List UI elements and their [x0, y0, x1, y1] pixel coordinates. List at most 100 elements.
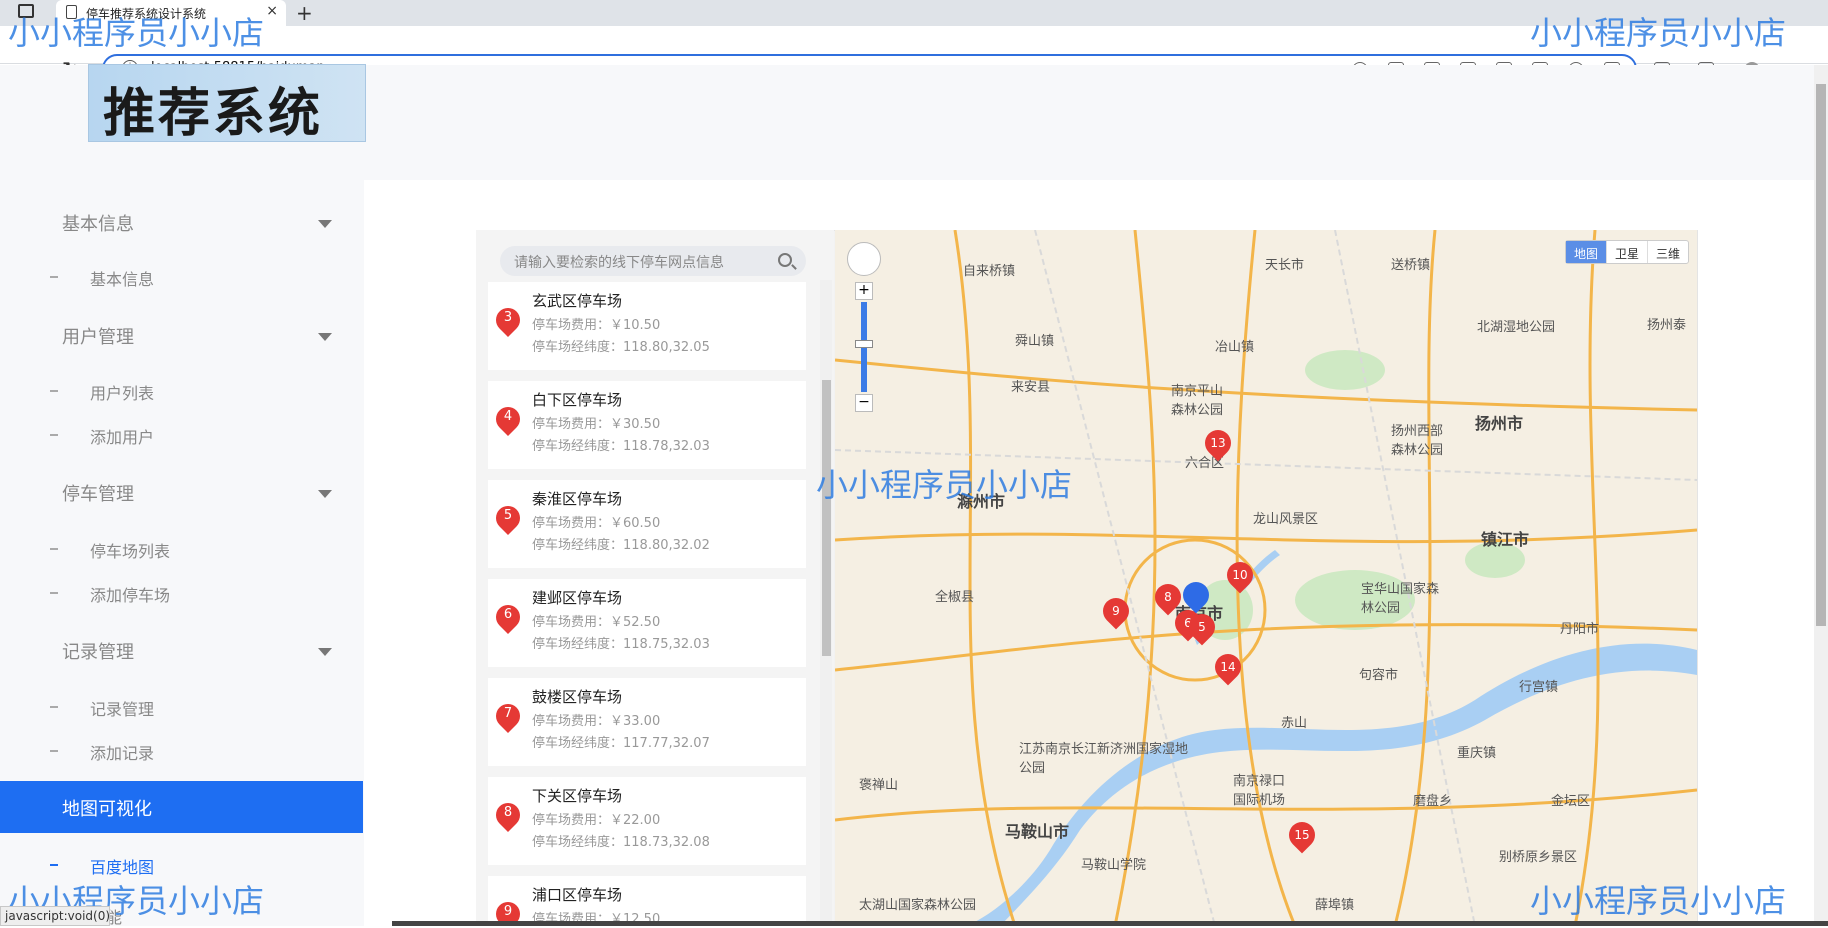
map-place-label: 江苏南京长江新济洲国家湿地公园: [1019, 742, 1189, 776]
parking-coord: 停车场经纬度：117.77,32.07: [532, 736, 710, 751]
sidebar-item-add-parking[interactable]: 添加停车场: [90, 582, 170, 606]
tab-close-icon[interactable]: ×: [266, 3, 278, 19]
sidebar-item-label: 地图可视化: [62, 799, 152, 820]
parking-card[interactable]: 7 鼓楼区停车场 停车场费用：￥33.00 停车场经纬度：117.77,32.0…: [488, 678, 806, 766]
map-marker-number: 5: [1198, 620, 1206, 634]
watermark: 小小程序员小小店: [816, 466, 1073, 504]
map-place-label: 南京禄口国际机场: [1233, 774, 1286, 808]
status-bar: javascript:void(0): [0, 906, 110, 926]
map-place-label: 句容市: [1359, 668, 1399, 683]
map-place-label: 自来桥镇: [963, 264, 1016, 279]
parking-fee: 停车场费用：￥33.00: [532, 714, 661, 729]
map-place-label: 北湖湿地公园: [1477, 320, 1556, 335]
parking-card[interactable]: 6 建邺区停车场 停车场费用：￥52.50 停车场经纬度：118.75,32.0…: [488, 579, 806, 667]
map-marker-number: 8: [1164, 590, 1172, 604]
list-scrollbar-thumb[interactable]: [822, 380, 831, 656]
dash-icon: [50, 276, 58, 278]
map-place-label: 扬州泰: [1647, 318, 1687, 333]
parking-card[interactable]: 4 白下区停车场 停车场费用：￥30.50 停车场经纬度：118.78,32.0…: [488, 381, 806, 469]
parking-fee: 停车场费用：￥10.50: [532, 318, 661, 333]
map-type-map[interactable]: 地图: [1565, 241, 1606, 263]
sidebar-item-baidu-map[interactable]: 百度地图: [90, 854, 154, 878]
zoom-in-button[interactable]: +: [855, 282, 873, 300]
parking-fee: 停车场费用：￥22.00: [532, 813, 661, 828]
map-place-label: 全椒县: [935, 590, 975, 605]
sidebar-item-add-user[interactable]: 添加用户: [90, 424, 154, 448]
zoom-slider-thumb[interactable]: [855, 340, 873, 348]
chevron-down-icon[interactable]: [318, 220, 332, 228]
dash-icon: [50, 864, 58, 866]
parking-number: 7: [503, 706, 513, 721]
sidebar-item-parking-list[interactable]: 停车场列表: [90, 538, 170, 562]
parking-name: 秦淮区停车场: [532, 490, 623, 508]
pan-control[interactable]: [847, 242, 881, 276]
map-place-label: 金坛区: [1551, 794, 1591, 809]
map-place-label: 舜山镇: [1015, 334, 1055, 349]
sidebar-item-map-visualization[interactable]: 地图可视化: [0, 781, 363, 833]
map-place-label: 冶山镇: [1215, 340, 1255, 355]
parking-coord: 停车场经纬度：118.80,32.05: [532, 340, 710, 355]
parking-number: 5: [503, 508, 513, 523]
parking-number: 4: [503, 409, 513, 424]
sidebar-group-users[interactable]: 用户管理: [62, 323, 134, 349]
map-type-satellite[interactable]: 卫星: [1605, 241, 1647, 263]
map-place-label: 扬州市: [1475, 414, 1524, 433]
parking-name: 下关区停车场: [532, 787, 623, 805]
chevron-down-icon[interactable]: [318, 648, 332, 656]
map-place-label: 行宫镇: [1519, 680, 1559, 695]
parking-card[interactable]: 8 下关区停车场 停车场费用：￥22.00 停车场经纬度：118.73,32.0…: [488, 777, 806, 865]
sidebar-item-basic-info[interactable]: 基本信息: [90, 266, 154, 290]
parking-coord: 停车场经纬度：118.80,32.02: [532, 538, 710, 553]
sidebar-group-basic[interactable]: 基本信息: [62, 210, 134, 236]
parking-card[interactable]: 5 秦淮区停车场 停车场费用：￥60.50 停车场经纬度：118.80,32.0…: [488, 480, 806, 568]
horizontal-scrollbar[interactable]: [392, 921, 1828, 926]
dash-icon: [50, 548, 58, 550]
chevron-down-icon[interactable]: [318, 333, 332, 341]
dash-icon: [50, 706, 58, 708]
map-place-label: 马鞍山市: [1005, 822, 1070, 841]
search-input[interactable]: 请输入要检索的线下停车网点信息: [500, 246, 806, 276]
map-type-3d[interactable]: 三维: [1646, 241, 1688, 263]
dash-icon: [50, 390, 58, 392]
map-place-label: 来安县: [1011, 380, 1051, 395]
search-icon[interactable]: [778, 253, 792, 267]
map-place-label: 别桥原乡景区: [1499, 850, 1578, 865]
parking-name: 鼓楼区停车场: [532, 688, 623, 706]
parking-name: 白下区停车场: [532, 391, 623, 409]
map-roads: [835, 230, 1697, 926]
parking-card[interactable]: 9 浦口区停车场 停车场费用：￥12.50: [488, 876, 806, 926]
map-place-label: 太湖山国家森林公园: [859, 898, 977, 913]
logo: 推荐系统: [88, 64, 366, 144]
dash-icon: [50, 592, 58, 594]
map-place-label: 磨盘乡: [1413, 794, 1453, 809]
map-place-label: 赤山: [1281, 716, 1308, 731]
new-tab-button[interactable]: +: [296, 1, 313, 25]
map-type-switcher: 地图 卫星 三维: [1564, 240, 1689, 264]
map-place-label: 丹阳市: [1560, 622, 1600, 637]
sidebar-group-records[interactable]: 记录管理: [62, 638, 134, 664]
search-placeholder: 请输入要检索的线下停车网点信息: [514, 255, 724, 271]
page-scrollbar-thumb[interactable]: [1816, 84, 1826, 626]
sidebar-item-user-list[interactable]: 用户列表: [90, 380, 154, 404]
map-marker-number: 14: [1220, 660, 1236, 674]
map-place-label: 褒禅山: [859, 778, 899, 793]
sidebar-item-records[interactable]: 记录管理: [90, 696, 154, 720]
map-place-label: 重庆镇: [1457, 746, 1497, 761]
map-place-label: 南京平山森林公园: [1171, 384, 1224, 418]
baidu-map[interactable]: + − 地图 卫星 三维 自来桥镇 天长市 送桥镇 北湖湿地公园 扬州泰 舜山镇…: [835, 230, 1697, 926]
parking-number: 9: [503, 904, 513, 919]
sidebar-item-add-record[interactable]: 添加记录: [90, 740, 154, 764]
map-place-label: 宝华山国家森林公园: [1361, 582, 1440, 616]
logo-text: 推荐系统: [103, 83, 324, 144]
parking-name: 浦口区停车场: [532, 886, 623, 904]
parking-card[interactable]: 3 玄武区停车场 停车场费用：￥10.50 停车场经纬度：118.80,32.0…: [488, 282, 806, 370]
chevron-down-icon[interactable]: [318, 490, 332, 498]
map-marker-number: 10: [1232, 568, 1248, 582]
parking-coord: 停车场经纬度：118.73,32.08: [532, 835, 710, 850]
parking-number: 3: [503, 310, 513, 325]
sidebar-group-parking[interactable]: 停车管理: [62, 480, 134, 506]
parking-number: 6: [503, 607, 513, 622]
zoom-out-button[interactable]: −: [855, 394, 873, 412]
map-place-label: 龙山风景区: [1253, 512, 1319, 527]
watermark: 小小程序员小小店: [1530, 882, 1787, 920]
